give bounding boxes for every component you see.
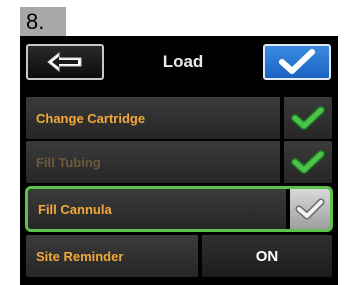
status-cell (290, 189, 330, 229)
site-reminder-toggle[interactable]: ON (202, 235, 332, 277)
white-check-icon (295, 198, 325, 220)
row-label: Change Cartridge (26, 97, 280, 139)
change-cartridge-row[interactable]: Change Cartridge (26, 97, 332, 139)
green-check-icon (291, 106, 325, 130)
row-label: Fill Tubing (26, 141, 280, 183)
fill-cannula-row[interactable]: Fill Cannula (25, 186, 333, 232)
row-label: Fill Cannula (28, 189, 286, 229)
site-reminder-row[interactable]: Site Reminder ON (26, 235, 332, 277)
status-cell (284, 97, 332, 139)
confirm-button[interactable] (263, 44, 331, 80)
checkmark-icon (279, 49, 315, 74)
green-check-icon (291, 150, 325, 174)
pump-screen: Load Change Cartridge Fill Tubing Fill C… (20, 36, 338, 285)
back-button[interactable] (26, 44, 104, 80)
fill-tubing-row[interactable]: Fill Tubing (26, 141, 332, 183)
step-number-label: 8. (20, 7, 66, 36)
screen-title: Load (162, 52, 204, 71)
status-cell (284, 141, 332, 183)
left-arrow-icon (47, 51, 82, 73)
row-label: Site Reminder (26, 235, 198, 277)
